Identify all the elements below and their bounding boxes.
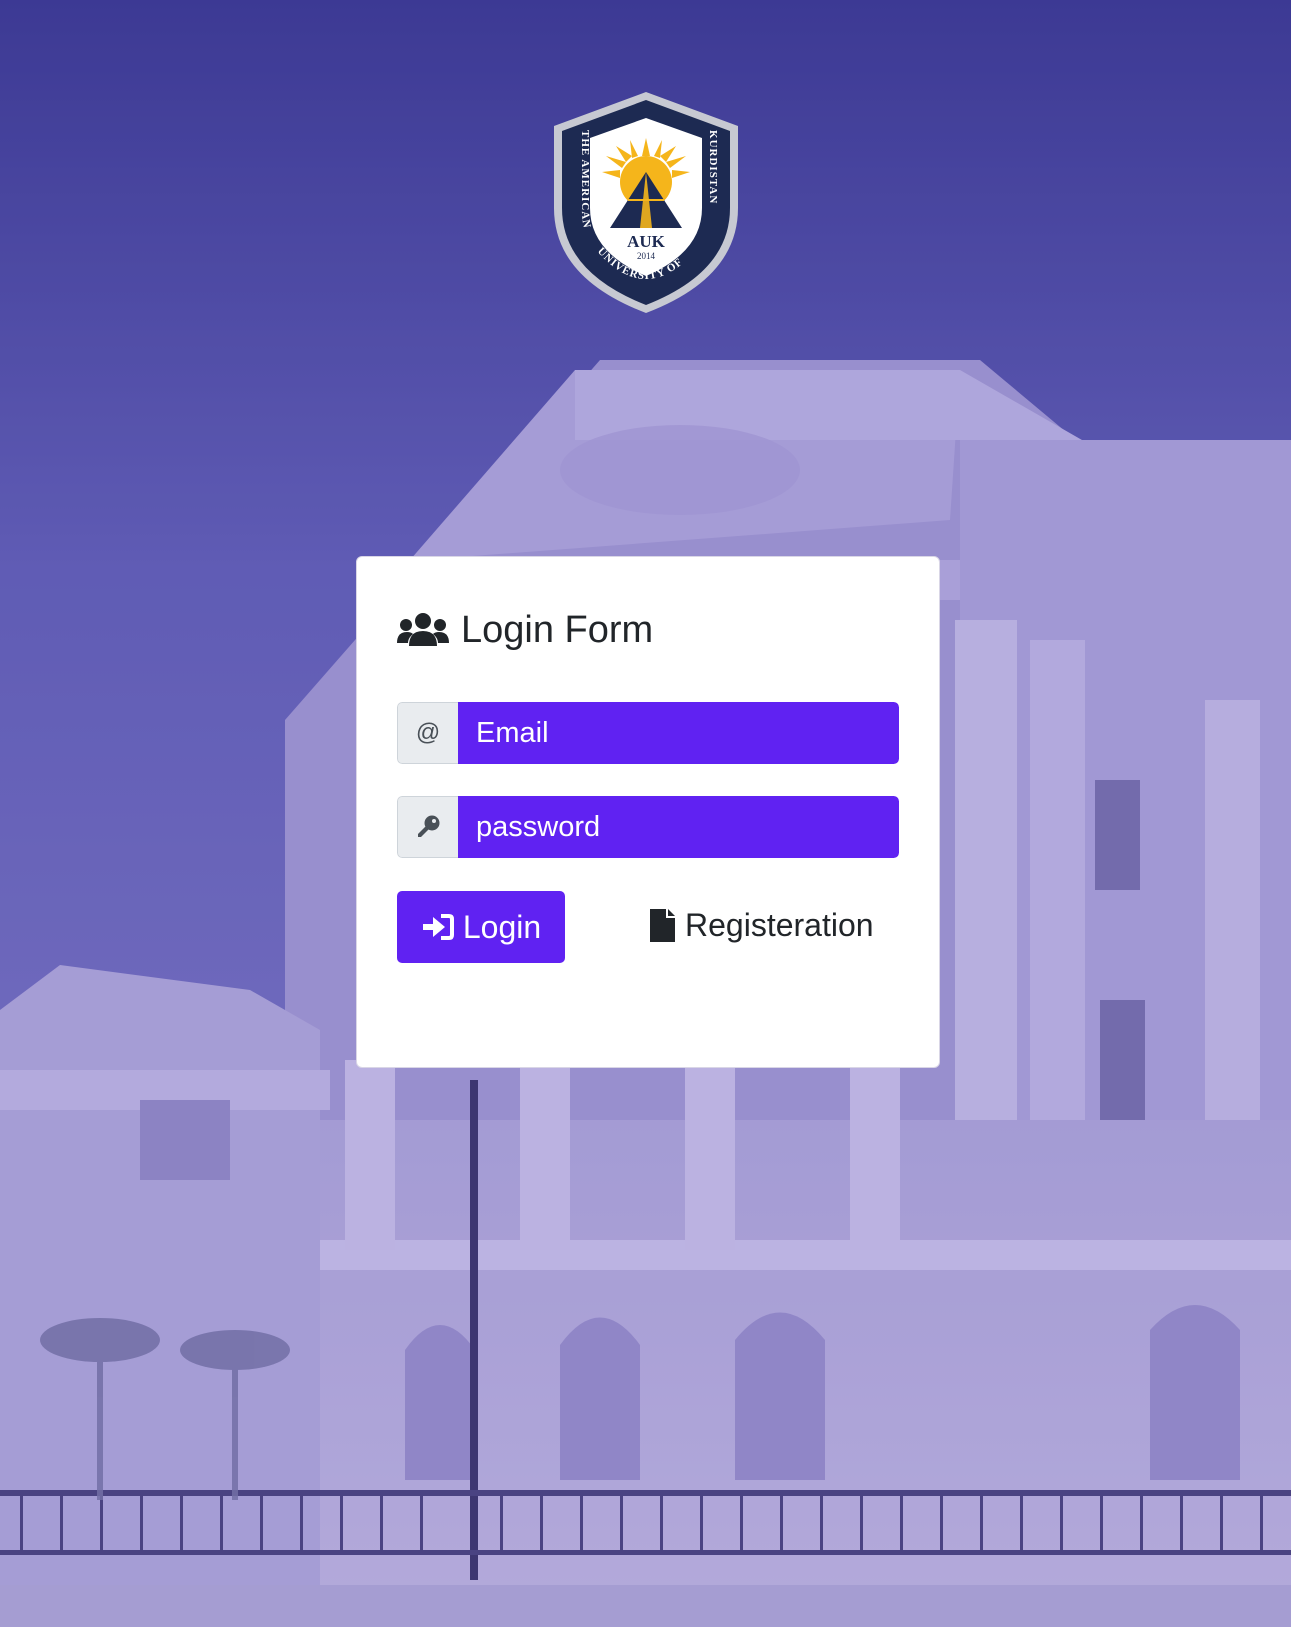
password-input-group [397, 796, 899, 858]
key-icon [397, 796, 458, 858]
password-input[interactable] [458, 796, 899, 858]
logo-arc-text-right: KURDISTAN [707, 130, 718, 204]
logo-abbreviation: AUK [627, 232, 666, 251]
svg-text:THE AMERICAN: THE AMERICAN [579, 130, 593, 230]
email-input-group: @ [397, 702, 899, 764]
login-card: Login Form @ Email Login Registeration [356, 556, 940, 1068]
university-logo: AUK 2014 THE AMERICAN UNIVERSITY OF KURD… [548, 90, 744, 315]
registration-link-label: Registeration [685, 907, 874, 943]
logo-arc-text-left: THE AMERICAN [579, 130, 592, 230]
logo-year: 2014 [637, 251, 656, 261]
email-input[interactable] [458, 702, 899, 764]
login-page: AUK 2014 THE AMERICAN UNIVERSITY OF KURD… [0, 0, 1291, 1627]
login-button[interactable]: Login [397, 891, 565, 963]
at-sign-icon: @ [397, 702, 458, 764]
login-form-heading: Login Form [397, 605, 653, 655]
users-icon [397, 613, 449, 646]
registration-link[interactable]: Registeration [650, 907, 874, 944]
login-button-label: Login [462, 908, 542, 945]
file-icon [650, 909, 675, 942]
sign-in-icon [422, 914, 454, 940]
svg-text:KURDISTAN: KURDISTAN [707, 130, 719, 204]
login-form-title: Login Form [461, 609, 654, 651]
